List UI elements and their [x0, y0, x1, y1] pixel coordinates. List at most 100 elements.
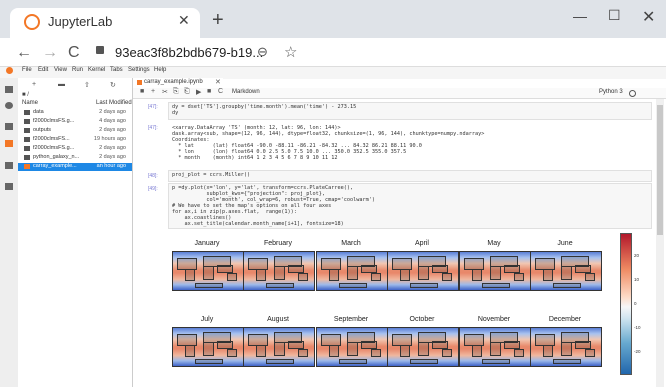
window-close-button[interactable]: ✕ — [642, 7, 655, 27]
menu-help[interactable]: Help — [154, 67, 166, 73]
notebook-icon — [137, 80, 142, 85]
file-row[interactable]: outputs 2 days ago — [18, 127, 132, 135]
wrench-icon[interactable] — [5, 162, 13, 169]
coastline — [514, 273, 524, 281]
cell-prompt: [47]: — [148, 104, 158, 110]
coastline — [339, 283, 367, 288]
map-panel-title: October — [409, 316, 435, 323]
coastline — [410, 283, 438, 288]
coastline — [371, 349, 381, 357]
restart-icon[interactable]: C — [218, 88, 223, 95]
tab-close-icon[interactable]: ✕ — [178, 12, 190, 29]
file-row[interactable]: data 2 days ago — [18, 109, 132, 117]
coastline — [266, 283, 294, 288]
map-panel-title: August — [267, 316, 289, 323]
map-panel-title: November — [477, 316, 511, 323]
output-text: <xarray.DataArray 'TS' (month: 12, lat: … — [172, 125, 485, 161]
file-icon — [24, 137, 30, 142]
tab-title: JupyterLab — [48, 14, 113, 29]
code-text: dy = dset['TS'].groupby('time.month').me… — [172, 104, 357, 116]
menu-settings[interactable]: Settings — [128, 67, 150, 73]
coastline — [585, 273, 595, 281]
folder-icon[interactable] — [5, 86, 13, 93]
coastline — [418, 342, 429, 356]
colorbar-tick: -10 — [634, 325, 641, 330]
coastline — [400, 345, 410, 357]
column-header-modified[interactable]: Last Modified — [96, 100, 132, 106]
coastline — [298, 273, 308, 281]
bookmark-star-icon[interactable]: ☆ — [284, 43, 297, 61]
map-panel — [530, 251, 602, 291]
tabs-icon[interactable] — [5, 183, 13, 190]
column-header-name[interactable]: Name — [22, 100, 38, 106]
copy-icon[interactable]: ⎘ — [173, 88, 179, 96]
coastline — [561, 266, 572, 280]
new-tab-button[interactable]: + — [212, 9, 224, 32]
scrollbar-thumb[interactable] — [657, 105, 663, 235]
file-row-selected[interactable]: carray_example... an hour ago — [18, 163, 132, 171]
kernel-name[interactable]: Python 3 — [599, 89, 623, 95]
folder-icon — [24, 119, 30, 124]
folder-icon — [24, 128, 30, 133]
coastline — [490, 342, 501, 356]
menu-file[interactable]: File — [22, 67, 32, 73]
coastline — [217, 265, 233, 273]
notebook-tab-label: carray_example.ipynb — [144, 79, 203, 85]
map-panel — [459, 327, 531, 367]
menu-tabs[interactable]: Tabs — [110, 67, 123, 73]
colorbar — [620, 233, 632, 375]
notebook-icon — [24, 155, 30, 160]
zoom-icon[interactable]: ⊖ — [257, 44, 268, 60]
map-panel-title: February — [263, 240, 292, 247]
maximize-button[interactable]: ☐ — [608, 7, 621, 24]
cell-type-select[interactable]: Markdown — [232, 89, 260, 95]
insert-cell-button[interactable]: + — [151, 88, 155, 95]
coastline — [514, 349, 524, 357]
back-button[interactable]: ← — [16, 44, 32, 62]
file-row[interactable]: f2000clmsFS.g... 2 days ago — [18, 145, 132, 153]
coastline — [482, 283, 510, 288]
stop-icon[interactable]: ■ — [207, 88, 211, 95]
coastline — [575, 341, 591, 349]
coastline — [490, 266, 501, 280]
menu-view[interactable]: View — [54, 67, 67, 73]
folder-icon — [24, 110, 30, 115]
coastline — [347, 266, 358, 280]
url-field[interactable]: 93eac3f8b2bdb679-b19... — [115, 45, 263, 60]
extension-icon[interactable] — [5, 140, 13, 147]
coastline — [442, 273, 452, 281]
file-row[interactable]: python_galaxy_n... 2 days ago — [18, 154, 132, 162]
new-folder-icon[interactable]: ▬ — [58, 81, 65, 88]
colorbar-tick: 10 — [634, 277, 640, 282]
menu-edit[interactable]: Edit — [38, 67, 48, 73]
lock-icon — [96, 46, 104, 54]
minimize-button[interactable]: — — [573, 8, 587, 24]
save-icon[interactable]: ■ — [140, 88, 144, 95]
coastline — [329, 269, 339, 281]
coastline — [472, 269, 482, 281]
coastline — [195, 359, 223, 364]
coastline — [195, 283, 223, 288]
new-launcher-button[interactable]: + — [32, 81, 36, 88]
output-prompt: [47]: — [148, 125, 158, 131]
file-row[interactable]: f2000clmsFS... 19 hours ago — [18, 136, 132, 144]
breadcrumb[interactable]: ■ / — [22, 92, 29, 98]
file-row[interactable]: f2000clmsFS.g... 4 days ago — [18, 118, 132, 126]
map-panel-title: May — [487, 240, 501, 247]
cut-icon[interactable]: ✂ — [162, 88, 168, 96]
menu-run[interactable]: Run — [72, 67, 83, 73]
command-palette-icon[interactable] — [5, 123, 13, 130]
upload-icon[interactable]: ⇧ — [84, 81, 90, 89]
coastline — [329, 345, 339, 357]
notebook-tab-close-icon[interactable]: ✕ — [215, 78, 221, 86]
menu-kernel[interactable]: Kernel — [88, 67, 105, 73]
run-icon[interactable]: ▶ — [196, 88, 201, 96]
coastline — [442, 349, 452, 357]
running-icon[interactable] — [5, 102, 13, 109]
coastline — [504, 265, 520, 273]
code-text: p =dy.plot(x='lon', y='lat', transform=c… — [172, 185, 376, 227]
refresh-icon[interactable]: ↻ — [110, 81, 116, 89]
forward-button[interactable]: → — [42, 44, 58, 62]
reload-button[interactable]: C — [68, 44, 80, 62]
paste-icon[interactable]: ⎗ — [184, 88, 190, 96]
